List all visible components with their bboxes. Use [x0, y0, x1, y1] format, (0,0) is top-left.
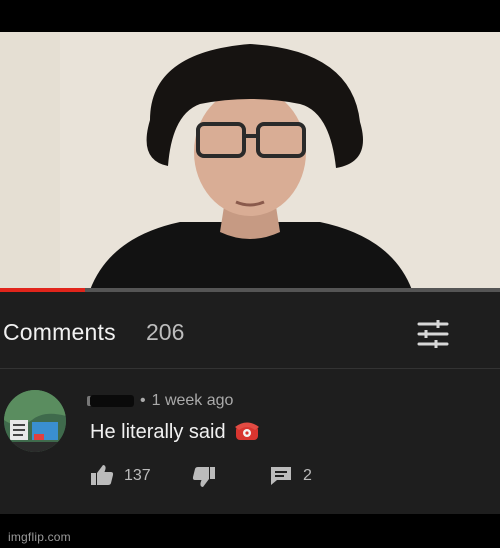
reply-icon[interactable]	[270, 466, 292, 486]
comment-meta: • 1 week ago	[90, 392, 233, 410]
comments-panel: Comments 206 • 1 week ago He literally s…	[0, 292, 500, 514]
avatar-image	[4, 390, 66, 452]
meta-separator-dot: •	[140, 392, 146, 409]
header-divider	[0, 368, 500, 369]
sort-icon[interactable]	[416, 319, 450, 349]
comment-item: • 1 week ago He literally said 137 2	[0, 378, 500, 508]
comment-timestamp: 1 week ago	[151, 392, 234, 409]
telephone-receiver-icon	[235, 422, 260, 440]
comment-text: He literally said	[90, 420, 260, 444]
comment-actions: 137 2	[0, 462, 500, 492]
avatar[interactable]	[4, 390, 66, 452]
thumbs-up-icon[interactable]	[90, 464, 114, 486]
thumbs-down-icon[interactable]	[192, 466, 216, 488]
comment-text-content: He literally said	[90, 421, 226, 443]
comments-count: 206	[146, 319, 185, 345]
reply-count: 2	[303, 467, 312, 484]
comments-header: Comments 206	[0, 292, 500, 368]
author-name-redacted[interactable]	[90, 394, 134, 407]
video-player[interactable]	[0, 32, 500, 290]
comments-title: Comments	[3, 319, 116, 345]
like-count: 137	[124, 467, 151, 484]
video-frame-person	[0, 32, 500, 290]
screenshot-frame: Comments 206 • 1 week ago He literally s…	[0, 0, 500, 548]
watermark: imgflip.com	[8, 530, 71, 544]
